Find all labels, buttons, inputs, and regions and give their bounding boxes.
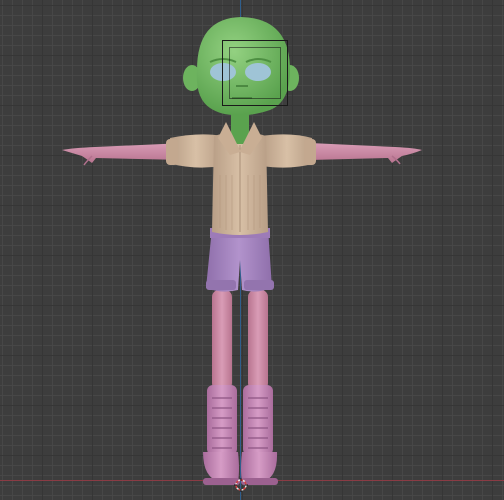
- shirt-torso: [212, 132, 268, 235]
- camera-frame-inner: [229, 47, 281, 99]
- right-arm: [310, 143, 422, 165]
- shorts: [206, 228, 274, 292]
- 3d-viewport[interactable]: [0, 0, 504, 500]
- right-boot: [241, 385, 278, 485]
- camera-view-frame[interactable]: [222, 40, 288, 106]
- left-boot: [203, 385, 240, 485]
- legs: [212, 290, 268, 390]
- 3d-cursor-icon[interactable]: [234, 478, 248, 492]
